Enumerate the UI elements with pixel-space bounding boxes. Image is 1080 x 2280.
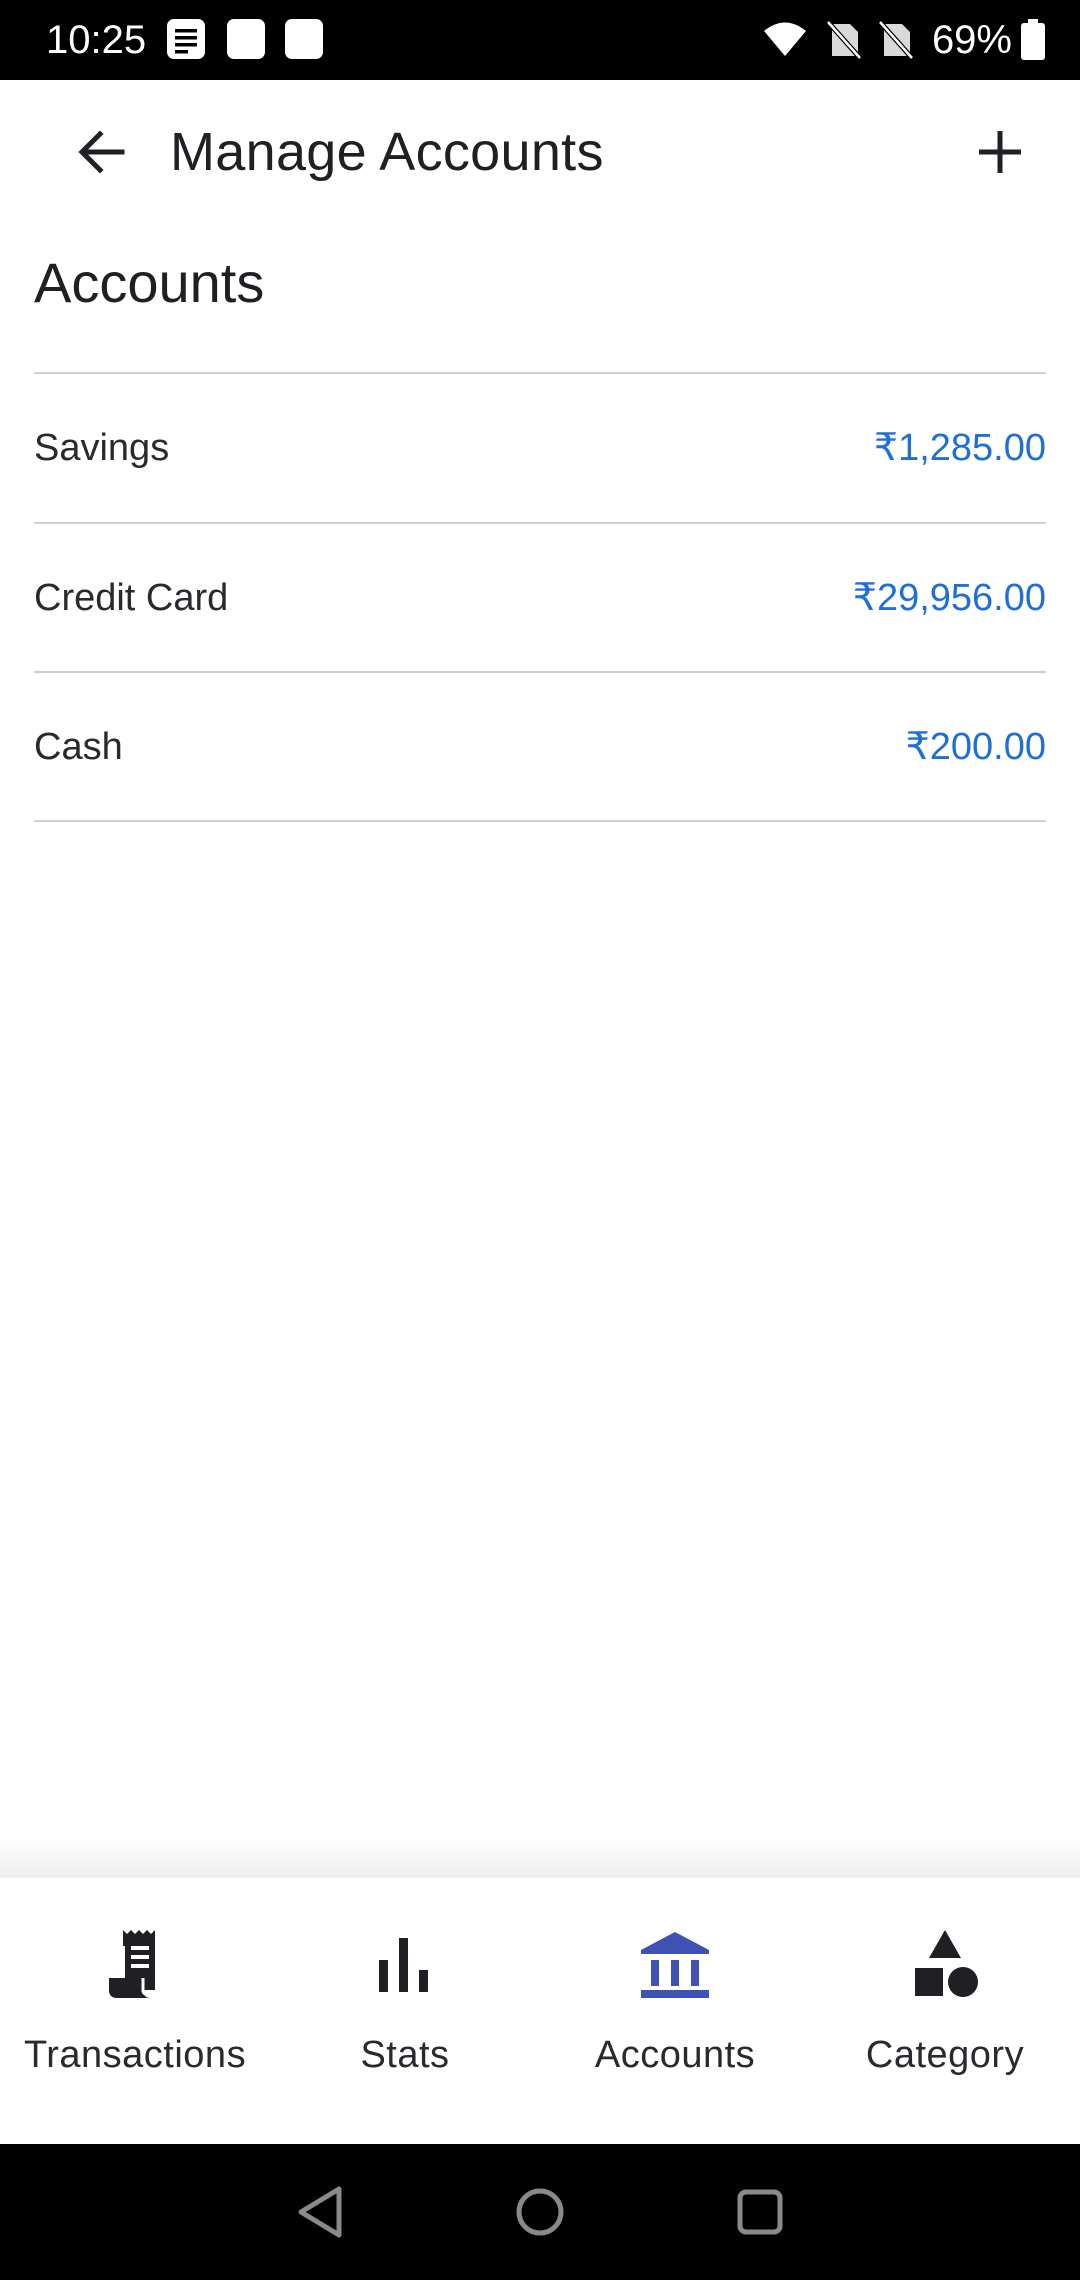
document-icon [167,19,205,59]
account-name: Credit Card [34,577,229,619]
plus-icon [979,131,1021,173]
nav-item-transactions[interactable]: Transactions [0,1878,270,2144]
status-time: 10:25 [46,18,147,62]
nav-label: Category [865,2034,1025,2076]
app-bar: Manage Accounts [0,80,1080,216]
nav-label: Stats [360,2034,450,2076]
shapes-icon [915,1930,978,1997]
system-nav-bar [0,2144,1080,2280]
bottom-nav: Transactions Stats Accounts Category [0,1878,1080,2144]
divider [34,820,1046,822]
wifi-icon [763,22,806,56]
account-name: Savings [34,427,170,469]
no-sim-icon [826,20,862,60]
account-row-cash[interactable]: Cash ₹200.00 [34,673,1046,821]
section-title: Accounts [34,251,265,314]
account-amount: ₹29,956.00 [852,577,1046,619]
triangle-back-icon [298,2186,342,2238]
screen: 10:25 69% Manage Accounts Accounts Savin… [0,0,1080,2280]
battery-percent: 69% [931,18,1012,62]
nav-item-category[interactable]: Category [810,1878,1080,2144]
nav-label: Accounts [594,2034,756,2076]
square-recents-icon [737,2189,783,2235]
page-title: Manage Accounts [170,122,604,182]
system-home-button[interactable] [500,2172,580,2252]
status-right: 69% [762,14,1046,66]
bank-icon [641,1932,709,1998]
account-name: Cash [34,726,123,768]
circle-home-icon [516,2188,564,2236]
account-row-credit-card[interactable]: Credit Card ₹29,956.00 [34,524,1046,672]
bottom-nav-shadow [0,1838,1080,1878]
nav-item-accounts[interactable]: Accounts [540,1878,810,2144]
no-sim-icon [878,20,914,60]
status-bar: 10:25 69% [0,0,1080,80]
account-row-savings[interactable]: Savings ₹1,285.00 [34,374,1046,522]
square-icon [285,19,323,59]
nav-item-stats[interactable]: Stats [270,1878,540,2144]
battery-icon [1021,19,1045,60]
arrow-left-icon [78,130,125,174]
nav-label: Transactions [23,2034,247,2076]
back-button[interactable] [62,112,142,192]
account-amount: ₹200.00 [905,726,1046,768]
bar-chart-icon [379,1938,428,1992]
add-account-button[interactable] [960,112,1040,192]
system-back-button[interactable] [280,2172,360,2252]
system-recents-button[interactable] [720,2172,800,2252]
square-icon [227,19,265,59]
account-amount: ₹1,285.00 [873,427,1046,469]
receipt-icon [109,1930,155,1998]
